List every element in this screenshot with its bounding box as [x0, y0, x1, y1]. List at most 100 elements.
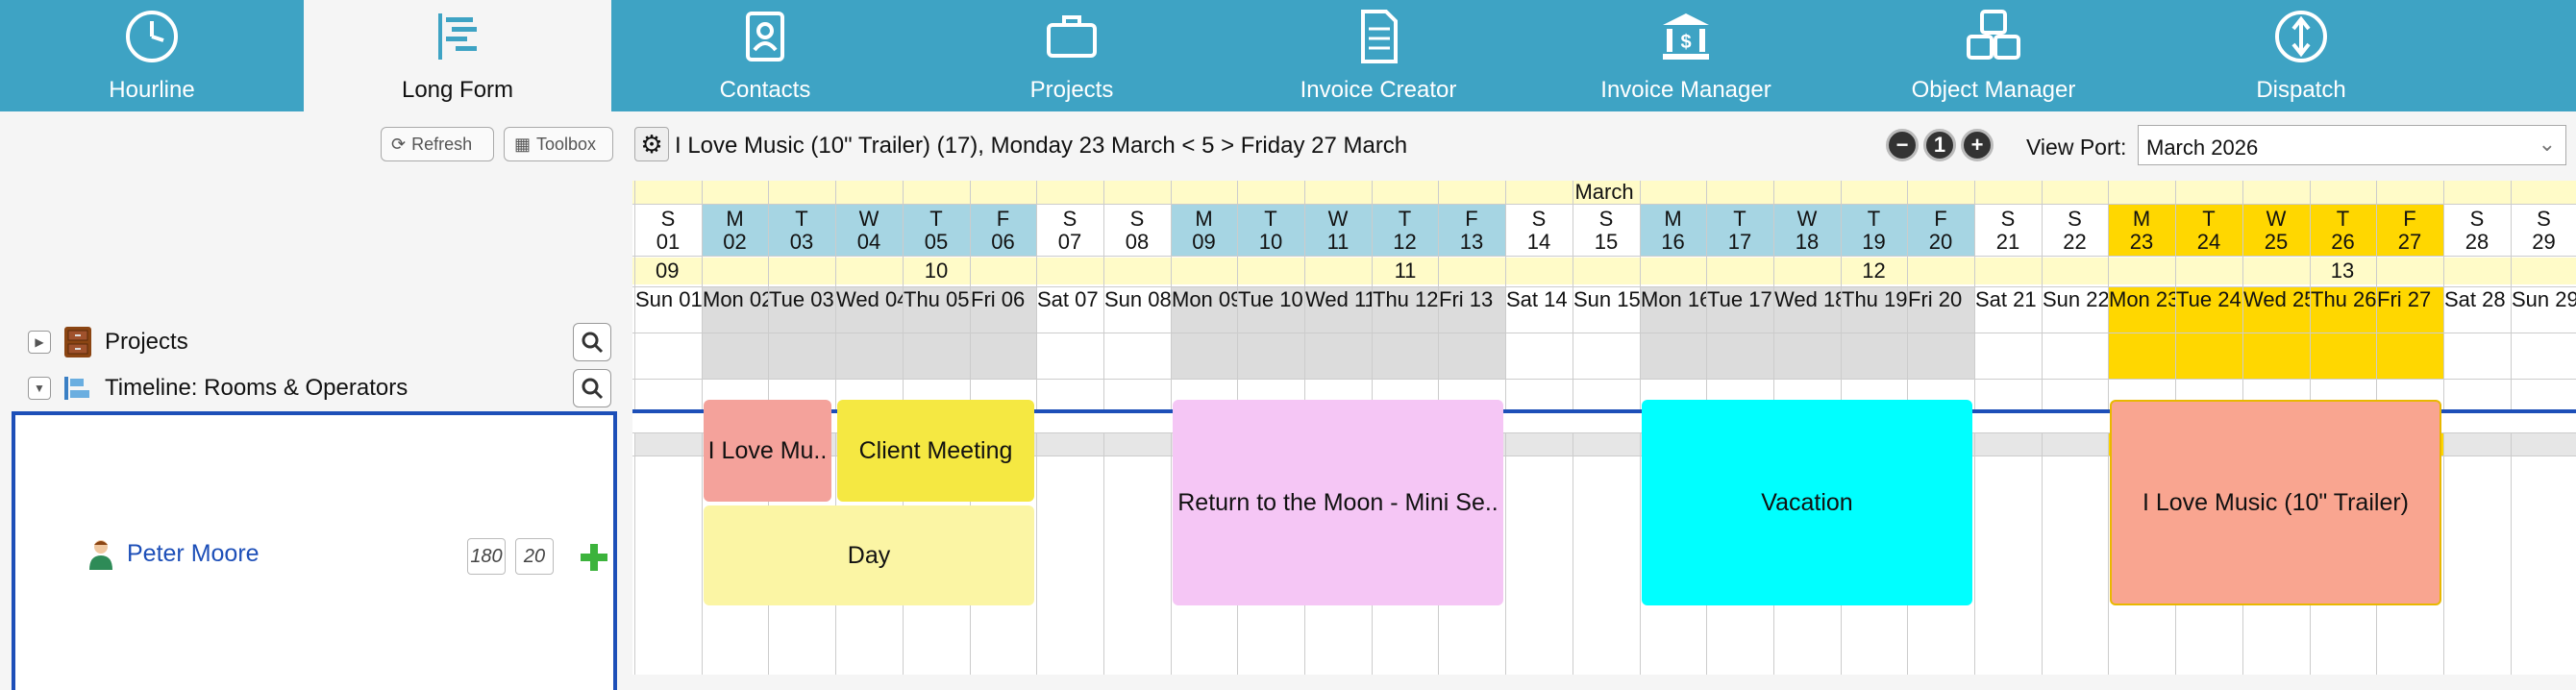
- person-row[interactable]: Peter Moore 180 20: [12, 411, 617, 690]
- tab-invoice-manager[interactable]: $ Invoice Manager: [1532, 0, 1840, 111]
- tab-label: Invoice Creator: [1300, 77, 1457, 103]
- bank-icon: $: [1663, 13, 1709, 60]
- day-label[interactable]: Thu 26: [2310, 288, 2376, 311]
- day-number: 02: [723, 231, 747, 254]
- person-value-1[interactable]: 180: [467, 538, 506, 575]
- tab-label: Hourline: [109, 77, 195, 103]
- day-number: 15: [1594, 231, 1619, 254]
- day-label[interactable]: Thu 19: [1841, 288, 1907, 311]
- day-label[interactable]: Thu 05: [903, 288, 970, 311]
- dispatch-arrows-icon: [2275, 11, 2327, 62]
- day-letter: T: [1867, 208, 1881, 231]
- day-label[interactable]: Tue 17: [1706, 288, 1773, 311]
- day-number: 06: [991, 231, 1015, 254]
- tab-object-manager[interactable]: Object Manager: [1840, 0, 2147, 111]
- toolbox-button[interactable]: ▦ Toolbox: [504, 127, 613, 161]
- day-label[interactable]: Sat 28: [2443, 288, 2511, 311]
- tab-dispatch[interactable]: Dispatch: [2147, 0, 2455, 111]
- day-label[interactable]: Fri 27: [2376, 288, 2443, 311]
- event-block[interactable]: Return to the Moon - Mini Se..: [1173, 400, 1503, 605]
- day-letter: T: [2336, 208, 2350, 231]
- person-value-2[interactable]: 20: [515, 538, 554, 575]
- contact-card-icon: [746, 12, 784, 62]
- day-number: 28: [2465, 231, 2489, 254]
- event-block[interactable]: I Love Music (10" Trailer): [2110, 400, 2441, 605]
- week-number: 13: [2330, 259, 2355, 283]
- day-letter: S: [2000, 208, 2016, 231]
- timeline-icon: [64, 377, 89, 400]
- day-label[interactable]: Fri 13: [1438, 288, 1505, 311]
- day-label[interactable]: Sun 15: [1573, 288, 1640, 311]
- day-number: 11: [1326, 231, 1350, 254]
- event-block[interactable]: Client Meeting: [837, 400, 1034, 502]
- day-count-bg: [1036, 432, 1103, 456]
- gear-icon[interactable]: ⚙: [634, 127, 669, 161]
- grid-line: [632, 204, 2576, 205]
- day-letter: F: [2403, 208, 2416, 231]
- day-label[interactable]: Wed 04: [835, 288, 903, 311]
- month-label: March: [632, 181, 2576, 204]
- tab-hourline[interactable]: Hourline: [0, 0, 304, 111]
- zoom-out-button[interactable]: −: [1886, 129, 1919, 161]
- week-number: 10: [924, 259, 949, 283]
- week-number: 11: [1394, 259, 1417, 283]
- collapse-icon[interactable]: ▼: [28, 377, 51, 400]
- day-number: 29: [2532, 231, 2556, 254]
- zoom-in-button[interactable]: +: [1961, 129, 1994, 161]
- day-label[interactable]: Sun 01: [634, 288, 702, 311]
- day-letter: W: [1796, 208, 1818, 231]
- zoom-reset-button[interactable]: 1: [1923, 129, 1956, 161]
- tree-label-projects: Projects: [105, 329, 188, 355]
- day-label[interactable]: Sun 29: [2511, 288, 2576, 311]
- day-label[interactable]: Fri 20: [1907, 288, 1974, 311]
- search-icon[interactable]: [573, 323, 611, 361]
- day-label[interactable]: Tue 03: [768, 288, 835, 311]
- search-icon[interactable]: [573, 369, 611, 407]
- day-label[interactable]: Thu 12: [1372, 288, 1438, 311]
- day-letter: S: [660, 208, 676, 231]
- day-number: 01: [656, 231, 681, 254]
- day-letter: W: [1327, 208, 1349, 231]
- day-label[interactable]: Mon 02: [702, 288, 768, 311]
- tab-long-form[interactable]: Long Form: [304, 0, 611, 111]
- svg-text:$: $: [1680, 32, 1691, 53]
- person-name[interactable]: Peter Moore: [127, 540, 260, 568]
- tab-invoice-creator[interactable]: Invoice Creator: [1225, 0, 1532, 111]
- day-label[interactable]: Wed 18: [1773, 288, 1841, 311]
- document-icon: [1361, 10, 1398, 63]
- day-label[interactable]: Sat 14: [1505, 288, 1573, 311]
- briefcase-icon: [1047, 15, 1097, 58]
- day-label[interactable]: Sun 08: [1103, 288, 1171, 311]
- day-number: 16: [1661, 231, 1685, 254]
- refresh-button[interactable]: ⟳ Refresh: [381, 127, 494, 161]
- day-letter: S: [1531, 208, 1547, 231]
- day-label[interactable]: Sun 22: [2042, 288, 2108, 311]
- boxes-icon: [1967, 10, 2020, 60]
- event-block[interactable]: Day: [704, 505, 1034, 605]
- day-number: 04: [856, 231, 881, 254]
- day-label[interactable]: Sat 21: [1974, 288, 2042, 311]
- day-label[interactable]: Mon 23: [2108, 288, 2175, 311]
- day-letter: S: [2469, 208, 2485, 231]
- day-label[interactable]: Wed 11: [1304, 288, 1372, 311]
- day-label[interactable]: Fri 06: [970, 288, 1036, 311]
- tab-contacts[interactable]: Contacts: [611, 0, 919, 111]
- day-letter: S: [1062, 208, 1077, 231]
- calendar-header: ⚙ I Love Music (10" Trailer) (17), Monda…: [632, 111, 2576, 181]
- day-label[interactable]: Mon 16: [1640, 288, 1706, 311]
- viewport-select[interactable]: March 2026 ⌄: [2138, 125, 2566, 165]
- event-block[interactable]: Vacation: [1642, 400, 1972, 605]
- refresh-icon: ⟳: [391, 134, 407, 154]
- left-pane: ⟳ Refresh ▦ Toolbox ▶ Projects ▼ Timeline:…: [0, 111, 632, 690]
- day-label[interactable]: Wed 25: [2242, 288, 2310, 311]
- day-label[interactable]: Tue 24: [2175, 288, 2242, 311]
- day-letter: S: [1129, 208, 1145, 231]
- day-letter: T: [2202, 208, 2216, 231]
- day-label[interactable]: Mon 09: [1171, 288, 1237, 311]
- add-icon[interactable]: [581, 544, 607, 571]
- event-block[interactable]: I Love Mu..: [704, 400, 831, 502]
- day-label[interactable]: Sat 07: [1036, 288, 1103, 311]
- expand-icon[interactable]: ▶: [28, 331, 51, 354]
- day-label[interactable]: Tue 10: [1237, 288, 1304, 311]
- tab-projects[interactable]: Projects: [919, 0, 1225, 111]
